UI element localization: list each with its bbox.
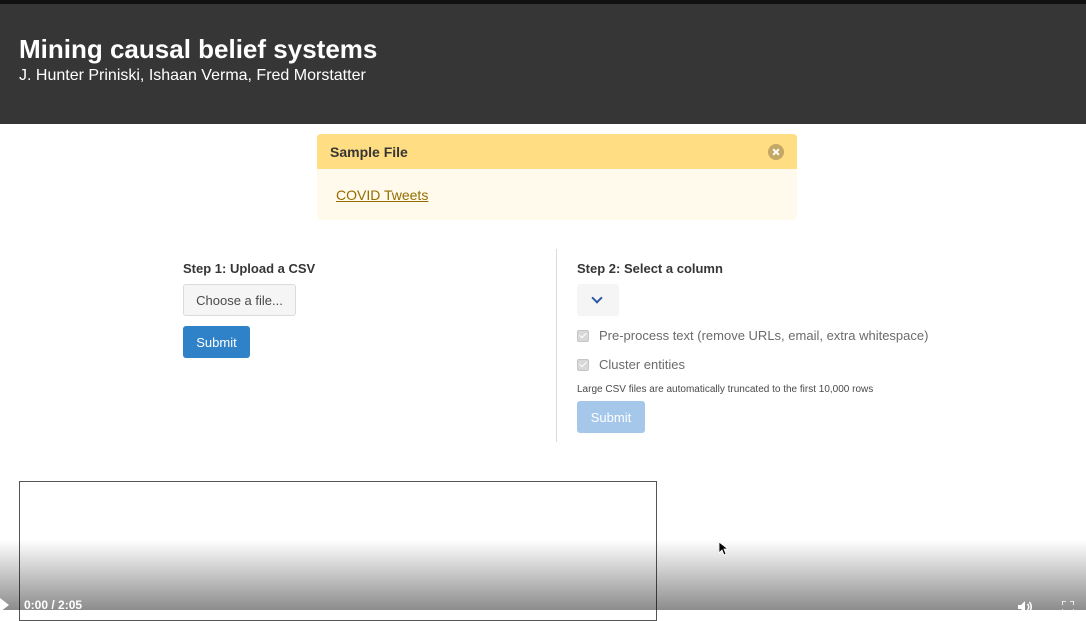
cluster-checkbox[interactable] xyxy=(577,358,589,371)
hero-header: Mining causal belief systems J. Hunter P… xyxy=(0,4,1086,124)
page-title: Mining causal belief systems xyxy=(19,34,378,64)
step1-submit-button[interactable]: Submit xyxy=(183,326,250,358)
message-title: Sample File xyxy=(330,144,408,160)
volume-icon[interactable] xyxy=(1017,600,1033,614)
chevron-down-icon xyxy=(591,292,603,304)
message-header: Sample File xyxy=(317,134,797,169)
covid-tweets-link[interactable]: COVID Tweets xyxy=(336,187,428,203)
author-list: J. Hunter Priniski, Ishaan Verma, Fred M… xyxy=(19,67,366,84)
preprocess-label: Pre-process text (remove URLs, email, ex… xyxy=(599,328,929,343)
column-select[interactable] xyxy=(577,284,619,316)
column-divider xyxy=(556,249,557,442)
sample-file-message: Sample File COVID Tweets xyxy=(317,134,797,220)
mouse-cursor-icon xyxy=(719,542,728,556)
truncation-help-text: Large CSV files are automatically trunca… xyxy=(577,384,874,395)
close-icon[interactable] xyxy=(768,144,784,160)
step1-label: Step 1: Upload a CSV xyxy=(183,261,316,276)
step2-submit-button[interactable]: Submit xyxy=(577,401,645,433)
cluster-option[interactable]: Cluster entities xyxy=(577,357,685,372)
cluster-label: Cluster entities xyxy=(599,357,685,372)
video-controls-overlay xyxy=(0,540,1086,610)
step2-label: Step 2: Select a column xyxy=(577,261,723,276)
choose-file-button[interactable]: Choose a file... xyxy=(183,284,296,316)
preprocess-checkbox[interactable] xyxy=(577,329,589,342)
preprocess-option[interactable]: Pre-process text (remove URLs, email, ex… xyxy=(577,328,928,343)
fullscreen-icon[interactable] xyxy=(1062,601,1074,613)
